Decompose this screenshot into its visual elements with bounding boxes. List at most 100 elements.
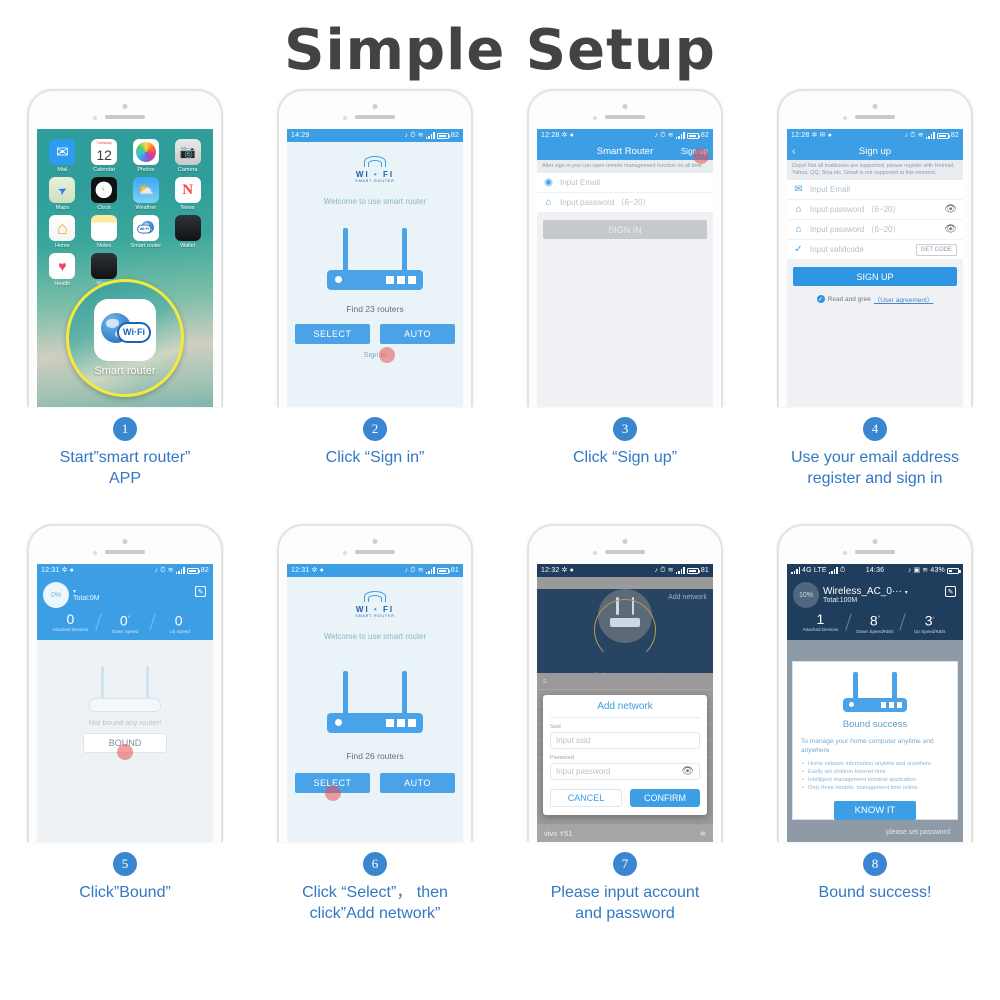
email-placeholder: Input Email (560, 178, 601, 187)
app-clock[interactable]: Clock (85, 177, 124, 211)
step-badge: 8 (863, 852, 887, 876)
user-agreement-link[interactable]: （User agreement） (874, 294, 934, 304)
alarm-icon: ⏱ (839, 567, 846, 574)
camera-dot-icon (122, 539, 128, 544)
status-bar: 4G LTE ⏱ 14:36 ♪ ▣ ≋ 43% (787, 564, 963, 577)
volume-up-button (277, 618, 279, 642)
eye-icon[interactable]: 👁 (681, 766, 694, 777)
battery-level: 81 (700, 567, 709, 574)
tap-indicator (324, 785, 341, 801)
select-button[interactable]: SELECT (295, 773, 370, 801)
status-time: 12:28 (791, 132, 810, 139)
chevron-down-icon[interactable]: ▾ (905, 590, 908, 596)
email-field[interactable]: ✉ Input Email (787, 180, 963, 200)
add-network-link[interactable]: Add network (668, 594, 707, 601)
confirm-button[interactable]: CONFIRM (630, 789, 700, 807)
signal-icon (675, 567, 685, 574)
chevron-down-icon[interactable]: ▾ (73, 588, 99, 595)
bound-success-screen: 10% Wireless_AC_0··· ▾ Total:100M ✎ 1 At… (787, 577, 963, 842)
app-label: Home (55, 243, 70, 249)
sensor-dot-icon (343, 551, 347, 555)
app-wallet[interactable]: Wallet (168, 215, 207, 249)
volume-down-button (777, 217, 779, 241)
validcode-placeholder: Input validcode (810, 245, 864, 254)
edit-icon[interactable]: ✎ (945, 586, 956, 597)
stat-up-speed: 3• Up Speed/KB/s (899, 611, 957, 634)
dashboard-header: 10% Wireless_AC_0··· ▾ Total:100M ✎ 1 At… (787, 577, 963, 640)
alarm-icon: ⏱ (160, 567, 166, 574)
wifi-icon: ≋ (167, 567, 174, 574)
step-caption: Click “Select”， then click”Add network” (302, 884, 448, 922)
eye-icon[interactable]: 👁 (944, 224, 957, 235)
smart-router-icon-magnified[interactable]: Wi·Fi (94, 299, 156, 361)
battery-icon (936, 132, 951, 139)
app-logo: WI • FI SMART ROUTER (287, 591, 463, 622)
email-field[interactable]: ◉ Input Email (537, 173, 713, 193)
routers-found-text: Find 23 routers (346, 304, 404, 314)
routers-found-text: Find 26 routers (346, 751, 404, 761)
wifi-icon-label: Wi·Fi (123, 327, 145, 337)
wifi-icon: ≋ (417, 567, 424, 574)
phone-mockup-2: 14:29 ♪ ⏱ ≋ 82 WI • FI SMART ROUTER Welc… (277, 89, 473, 407)
password-field[interactable]: ⌂ Input password （6~20） (537, 193, 713, 213)
password-confirm-field[interactable]: ⌂ Input password （6~20） 👁 (787, 220, 963, 240)
app-logo: WI • FI SMART ROUTER (287, 156, 463, 187)
app-mail[interactable]: Mail (43, 139, 82, 173)
app-weather[interactable]: Weather (127, 177, 166, 211)
password-field[interactable]: ⌂ Input password （6~20） 👁 (787, 200, 963, 220)
auto-button[interactable]: AUTO (380, 773, 455, 793)
app-home[interactable]: Home (43, 215, 82, 249)
stat-down-speed: 0° Down Speed (94, 611, 153, 634)
list-item[interactable]: s (537, 673, 713, 690)
step-6: 12:31 ✲ ● ♪ ⏱ ≋ 81 WI • FI SMART ROUTER … (250, 524, 500, 959)
signal-icon (925, 132, 935, 139)
auto-button[interactable]: AUTO (380, 324, 455, 344)
ssid-input[interactable]: Input ssid (550, 732, 700, 749)
cancel-button[interactable]: CANCEL (550, 789, 622, 807)
know-it-button[interactable]: KNOW IT (834, 801, 916, 820)
maps-icon (49, 177, 76, 203)
step-badge: 7 (613, 852, 637, 876)
dialog-buttons: CANCEL CONFIRM (550, 789, 700, 807)
app-health[interactable]: Health (43, 253, 82, 287)
calendar-day: 12 (96, 147, 112, 163)
app-maps[interactable]: Maps (43, 177, 82, 211)
password-input[interactable]: Input password 👁 (550, 763, 700, 780)
app-photos[interactable]: Photos (127, 139, 166, 173)
camera-dot-icon (622, 104, 628, 109)
app-notes[interactable]: Notes (85, 215, 124, 249)
app-smart-router[interactable]: Wi·Fi Smart router (127, 215, 166, 249)
get-code-button[interactable]: GET CODE (915, 243, 957, 256)
battery-level: 82 (700, 132, 709, 139)
sign-in-button[interactable]: SIGN IN (543, 220, 707, 239)
dashboard-screen: 0% ▾ Total:0M ✎ 0 Attached Devices 0° Do… (37, 577, 213, 842)
step-badge: 4 (863, 417, 887, 441)
step-caption: Please input account and password (550, 884, 700, 922)
tap-indicator (693, 148, 709, 164)
total-traffic: Total:0M (73, 595, 100, 602)
app-calendar[interactable]: Tuesday 12 Calendar (85, 139, 124, 173)
notification-icon: ● (319, 567, 325, 574)
volume-up-button (27, 618, 29, 642)
bound-button[interactable]: BOUND (83, 732, 167, 760)
mute-icon: ♪ (654, 567, 659, 574)
back-icon[interactable]: ‹ (792, 146, 795, 157)
phone-mockup-6: 12:31 ✲ ● ♪ ⏱ ≋ 81 WI • FI SMART ROUTER … (277, 524, 473, 842)
bullet-item: Home network information anytime and any… (801, 760, 949, 768)
checkbox-icon[interactable]: ✓ (816, 295, 825, 303)
edit-icon[interactable]: ✎ (195, 586, 206, 597)
power-button (721, 612, 723, 642)
phone-screen-5: 12:31 ✲ ● ♪ ⏱ ≋ 82 0% ▾ Total:0M ✎ 0 Att… (37, 564, 213, 842)
power-button (221, 177, 223, 207)
sign-up-button[interactable]: SIGN UP (793, 267, 957, 286)
eye-icon[interactable]: 👁 (944, 204, 957, 215)
shield-check-icon: ✓ (794, 244, 803, 255)
validcode-field[interactable]: ✓ Input validcode GET CODE (787, 240, 963, 260)
volume-down-button (277, 217, 279, 241)
sensor-dot-icon (593, 116, 597, 120)
camera-dot-icon (622, 539, 628, 544)
password-placeholder: Input password (556, 767, 611, 776)
app-camera[interactable]: Camera (168, 139, 207, 173)
app-news[interactable]: News (168, 177, 207, 211)
select-button[interactable]: SELECT (295, 324, 370, 344)
